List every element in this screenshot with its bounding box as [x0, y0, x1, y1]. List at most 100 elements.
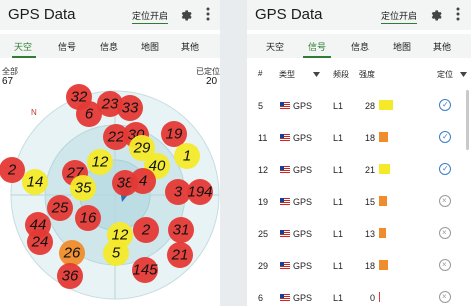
satellite-marker[interactable]: 2: [133, 217, 159, 243]
satellite-id: 14: [27, 174, 44, 191]
satellite-marker[interactable]: 35: [70, 175, 96, 201]
satellite-marker[interactable]: 4: [130, 168, 156, 194]
satellite-id: 22: [107, 129, 125, 146]
satellite-marker[interactable]: 194: [187, 179, 213, 205]
locate-toggle[interactable]: 定位开启: [132, 9, 169, 24]
signal-strength: 21: [364, 165, 375, 175]
us-flag-icon: [280, 230, 290, 237]
table-row[interactable]: 5 GPS L1 28 ✓: [247, 90, 471, 122]
satellite-marker[interactable]: 25: [47, 195, 73, 221]
tab-sky[interactable]: 天空: [255, 40, 295, 53]
strength-bar: [379, 228, 386, 238]
sky-plot: N 32623 3322 30 1929 12 12 40142735 38 43 1942516…: [0, 84, 220, 300]
tab-other[interactable]: 其他: [422, 40, 462, 53]
sort-down-icon[interactable]: [460, 72, 467, 77]
satellite-id: 3: [174, 184, 183, 201]
sat-type: GPS: [293, 133, 313, 143]
tab-info[interactable]: 信息: [89, 40, 129, 53]
more-options-icon[interactable]: [456, 7, 460, 21]
satellite-id: 2: [141, 222, 151, 239]
us-flag-icon: [280, 102, 290, 109]
table-row[interactable]: 29 GPS L1 18 ×: [247, 250, 471, 282]
gear-icon[interactable]: [428, 7, 442, 21]
satellite-marker[interactable]: 26: [59, 240, 85, 266]
satellite-marker[interactable]: 31: [168, 217, 194, 243]
satellite-marker[interactable]: 19: [161, 121, 187, 147]
sat-number: 12: [258, 165, 269, 175]
satellite-marker[interactable]: 33: [117, 95, 143, 121]
tab-signal[interactable]: 信号: [47, 40, 87, 53]
gear-icon[interactable]: [178, 7, 192, 21]
strength-bar: [379, 132, 388, 142]
sat-type: GPS: [293, 197, 313, 207]
us-flag-icon: [280, 294, 290, 301]
locate-toggle[interactable]: 定位开启: [381, 9, 418, 24]
satellite-marker[interactable]: 5: [103, 240, 129, 266]
satellite-id: 24: [31, 234, 49, 251]
tab-info[interactable]: 信息: [340, 40, 380, 53]
sat-band: L1: [333, 229, 344, 239]
satellite-marker[interactable]: 12: [87, 149, 113, 175]
signal-strength: 0: [369, 293, 375, 303]
satellite-marker[interactable]: 16: [75, 205, 101, 231]
us-flag-icon: [280, 166, 290, 173]
sort-down-icon[interactable]: [313, 72, 320, 77]
tab-bar: 天空 信号 信息 地图 其他: [0, 34, 220, 58]
tab-map[interactable]: 地图: [130, 40, 170, 53]
col-type[interactable]: 类型: [279, 69, 295, 80]
satellite-marker[interactable]: 1: [174, 143, 200, 169]
col-num[interactable]: #: [258, 69, 262, 78]
fix-used-icon: ✓: [439, 131, 451, 143]
satellite-id: 33: [122, 100, 139, 117]
table-row[interactable]: 6 GPS L1 0 ×: [247, 282, 471, 306]
app-bar: GPS Data 定位开启: [0, 0, 220, 30]
us-flag-icon: [280, 262, 290, 269]
strength-bar: [379, 164, 390, 174]
satellite-id: 35: [75, 180, 92, 197]
satellite-marker[interactable]: 36: [57, 263, 83, 289]
us-flag-icon: [280, 198, 290, 205]
satellite-marker[interactable]: 14: [22, 169, 48, 195]
satellite-id: 31: [173, 222, 190, 239]
satellite-id: 12: [92, 154, 109, 171]
col-strength[interactable]: 强度: [359, 69, 375, 80]
sat-type: GPS: [293, 261, 313, 271]
sat-number: 11: [258, 133, 268, 143]
fix-unused-icon: ×: [439, 227, 451, 239]
satellite-marker[interactable]: 21: [167, 242, 193, 268]
tab-sky[interactable]: 天空: [3, 40, 43, 53]
satellite-marker[interactable]: 24: [27, 229, 53, 255]
satellite-marker[interactable]: 2: [0, 157, 25, 183]
more-options-icon[interactable]: [206, 7, 210, 21]
sat-band: L1: [333, 101, 344, 111]
app-bar: GPS Data 定位开启: [247, 0, 471, 30]
sat-band: L1: [333, 165, 344, 175]
col-fix[interactable]: 定位: [437, 69, 453, 80]
table-row[interactable]: 11 GPS L1 18 ✓: [247, 122, 471, 154]
col-band[interactable]: 频段: [333, 69, 349, 80]
satellite-id: 23: [101, 96, 119, 113]
tab-other[interactable]: 其他: [170, 40, 210, 53]
sat-number: 29: [258, 261, 269, 271]
satellite-id: 36: [62, 268, 79, 285]
table-row[interactable]: 19 GPS L1 15 ×: [247, 186, 471, 218]
tab-map[interactable]: 地图: [382, 40, 422, 53]
satellite-id: 16: [80, 210, 97, 227]
app-title: GPS Data: [8, 6, 76, 23]
tab-signal[interactable]: 信号: [297, 40, 337, 53]
tab-bar: 天空 信号 信息 地图 其他: [247, 34, 471, 58]
satellite-marker[interactable]: 145: [132, 257, 158, 283]
satellite-id: 4: [139, 173, 147, 190]
scrollbar[interactable]: [466, 90, 469, 150]
strength-bar: [379, 260, 388, 270]
satellite-id: 1: [183, 148, 191, 165]
fix-used-icon: ✓: [439, 163, 451, 175]
sat-number: 19: [258, 197, 269, 207]
sat-number: 6: [258, 293, 264, 303]
table-row[interactable]: 25 GPS L1 13 ×: [247, 218, 471, 250]
table-row[interactable]: 12 GPS L1 21 ✓: [247, 154, 471, 186]
compass-north-label: N: [31, 108, 37, 117]
sat-band: L1: [333, 197, 344, 207]
sat-band: L1: [333, 133, 344, 143]
satellite-id: 21: [171, 247, 189, 264]
